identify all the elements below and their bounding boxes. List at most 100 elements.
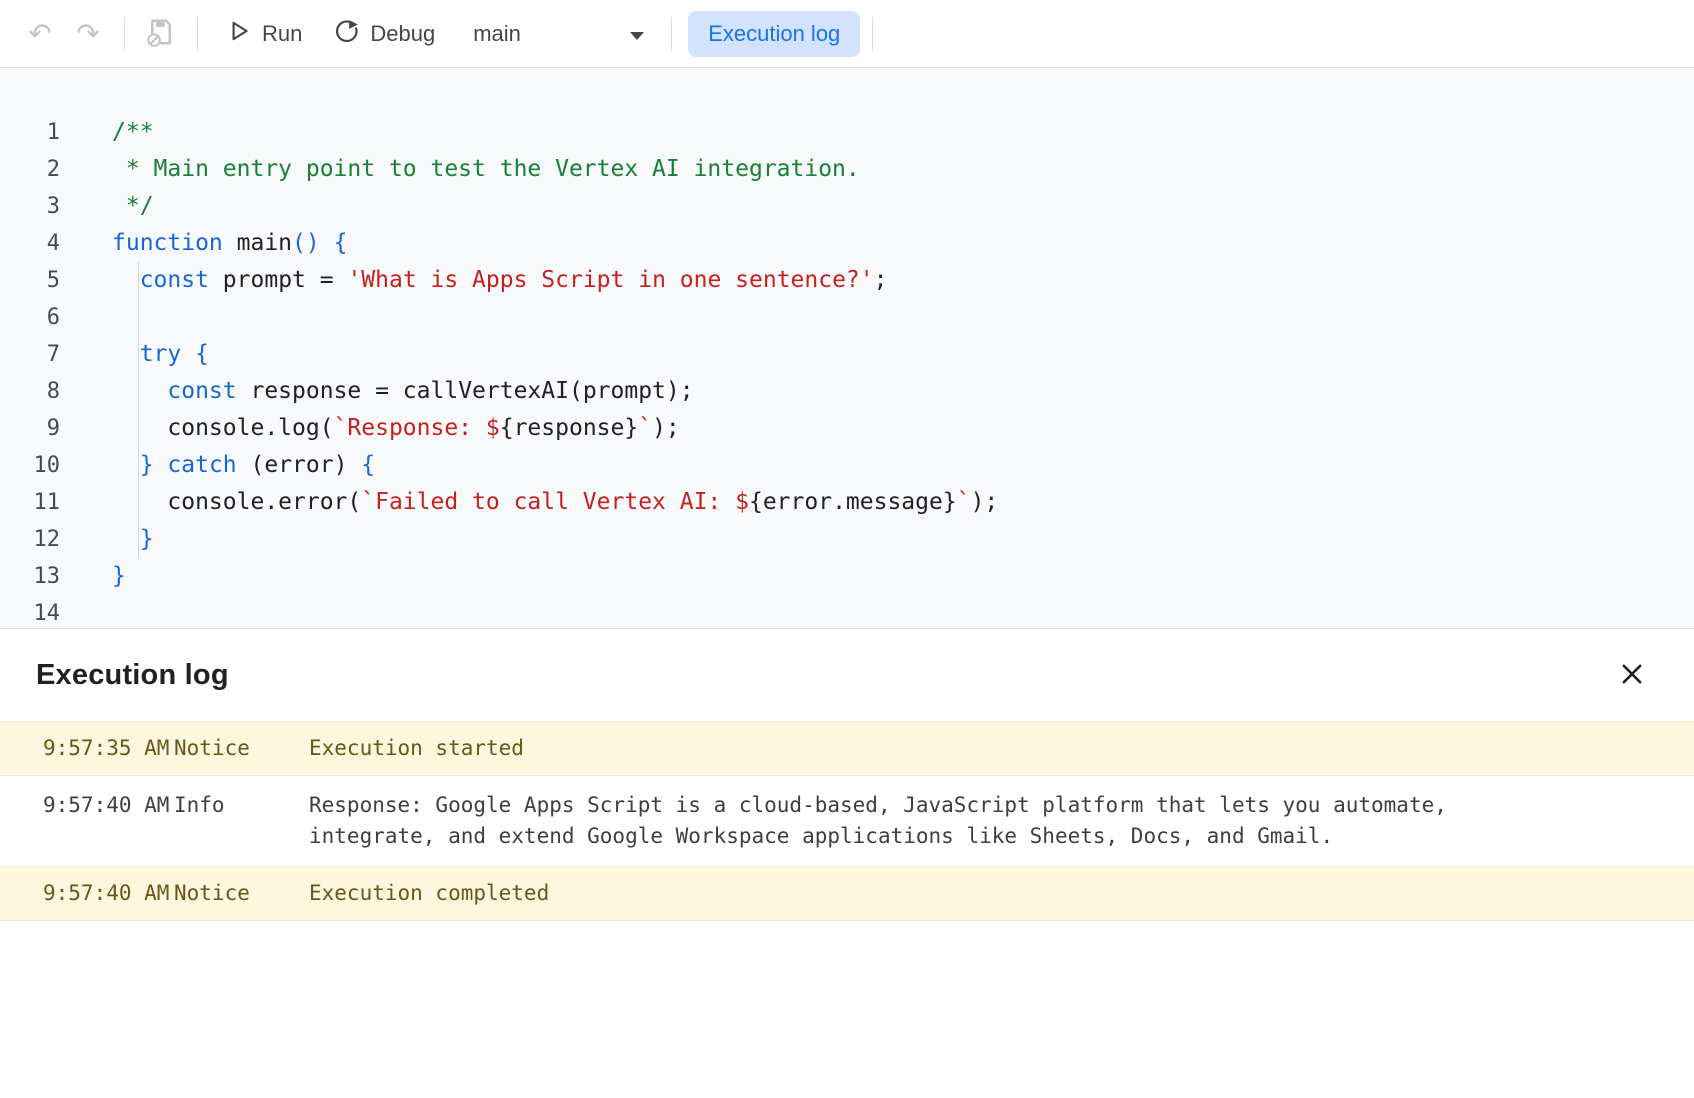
- code-line[interactable]: /**: [112, 114, 1694, 151]
- chevron-down-icon: [629, 21, 645, 47]
- line-number: 1: [0, 114, 84, 151]
- toolbar-divider: [671, 17, 672, 51]
- log-row: 9:57:35 AMNoticeExecution started: [0, 721, 1694, 776]
- code-token: `Response: $: [334, 415, 500, 441]
- code-token: );: [971, 489, 999, 515]
- execution-log-button[interactable]: Execution log: [688, 11, 860, 57]
- code-token: catch: [167, 452, 236, 478]
- line-number: 6: [0, 299, 84, 336]
- code-line[interactable]: const response = callVertexAI(prompt);: [112, 373, 1694, 410]
- code-token: response = callVertexAI(prompt);: [237, 378, 694, 404]
- apps-script-editor: ↶ ↷ Run: [0, 0, 1694, 1098]
- code-token: ;: [874, 267, 888, 293]
- code-line[interactable]: const prompt = 'What is Apps Script in o…: [112, 262, 1694, 299]
- code-token: prompt =: [209, 267, 347, 293]
- code-token: [112, 341, 140, 367]
- undo-button[interactable]: ↶: [16, 10, 64, 58]
- run-button[interactable]: Run: [210, 10, 318, 58]
- code-token: }: [140, 452, 154, 478]
- code-token: `Failed to call Vertex AI: $: [361, 489, 749, 515]
- code-line[interactable]: */: [112, 188, 1694, 225]
- close-button[interactable]: [1610, 653, 1654, 697]
- line-number: 4: [0, 225, 84, 262]
- log-message: Response: Google Apps Script is a cloud-…: [309, 790, 1694, 852]
- gutter: 1234567891011121314: [0, 68, 84, 628]
- code-token: {: [334, 230, 348, 256]
- line-number: 12: [0, 521, 84, 558]
- execution-log-title: Execution log: [36, 659, 229, 692]
- code-token: );: [652, 415, 680, 441]
- debug-icon: [334, 18, 360, 50]
- toolbar: ↶ ↷ Run: [0, 0, 1694, 68]
- code-line[interactable]: }: [112, 521, 1694, 558]
- code-token: [154, 452, 168, 478]
- save-project-button[interactable]: [137, 10, 185, 58]
- log-level: Info: [174, 790, 309, 821]
- code-line[interactable]: console.log(`Response: ${response}`);: [112, 410, 1694, 447]
- code-token: }: [140, 526, 154, 552]
- code-line[interactable]: function main() {: [112, 225, 1694, 262]
- code-token: /**: [112, 119, 154, 145]
- line-number: 11: [0, 484, 84, 521]
- log-row: 9:57:40 AMInfoResponse: Google Apps Scri…: [0, 776, 1694, 866]
- line-number: 3: [0, 188, 84, 225]
- code-token: */: [112, 193, 154, 219]
- code-token: console.log(: [112, 415, 334, 441]
- code-token: [112, 526, 140, 552]
- code-token: function: [112, 230, 223, 256]
- line-number: 2: [0, 151, 84, 188]
- code-line[interactable]: } catch (error) {: [112, 447, 1694, 484]
- code-line[interactable]: }: [112, 558, 1694, 595]
- log-message: Execution started: [309, 733, 1694, 764]
- code-token: const: [140, 267, 209, 293]
- save-icon: [146, 17, 176, 50]
- debug-button[interactable]: Debug: [318, 10, 451, 58]
- code-token: }: [112, 563, 126, 589]
- code-lines[interactable]: /** * Main entry point to test the Verte…: [84, 68, 1694, 628]
- log-entries: 9:57:35 AMNoticeExecution started9:57:40…: [0, 721, 1694, 921]
- code-token: (error): [237, 452, 362, 478]
- toolbar-divider: [872, 17, 873, 51]
- function-selector[interactable]: main: [459, 13, 659, 55]
- line-number: 14: [0, 595, 84, 628]
- code-token: `: [638, 415, 652, 441]
- line-number: 9: [0, 410, 84, 447]
- code-token: {: [195, 341, 209, 367]
- code-line[interactable]: [112, 595, 1694, 628]
- log-message: Execution completed: [309, 878, 1694, 909]
- code-token: const: [167, 378, 236, 404]
- code-token: [112, 267, 140, 293]
- redo-button[interactable]: ↷: [64, 10, 112, 58]
- close-icon: [1618, 660, 1646, 691]
- code-token: main: [223, 230, 292, 256]
- code-line[interactable]: try {: [112, 336, 1694, 373]
- code-token: [320, 230, 334, 256]
- code-token: try: [140, 341, 182, 367]
- log-level: Notice: [174, 733, 309, 764]
- code-token: [112, 452, 140, 478]
- execution-log-panel: Execution log 9:57:35 AMNoticeExecution …: [0, 628, 1694, 921]
- line-number: 7: [0, 336, 84, 373]
- execution-log-header: Execution log: [0, 628, 1694, 721]
- code-line[interactable]: * Main entry point to test the Vertex AI…: [112, 151, 1694, 188]
- log-timestamp: 9:57:40 AM: [0, 790, 174, 821]
- line-number: 8: [0, 373, 84, 410]
- code-token: (): [292, 230, 320, 256]
- line-number: 13: [0, 558, 84, 595]
- toolbar-divider: [124, 17, 125, 51]
- code-line[interactable]: console.error(`Failed to call Vertex AI:…: [112, 484, 1694, 521]
- code-editor[interactable]: 1234567891011121314 /** * Main entry poi…: [0, 68, 1694, 628]
- code-token: {response}: [500, 415, 638, 441]
- code-token: 'What is Apps Script in one sentence?': [347, 267, 873, 293]
- log-row: 9:57:40 AMNoticeExecution completed: [0, 866, 1694, 921]
- log-timestamp: 9:57:40 AM: [0, 878, 174, 909]
- run-icon: [226, 18, 252, 50]
- code-token: [112, 378, 167, 404]
- line-number: 5: [0, 262, 84, 299]
- debug-label: Debug: [370, 21, 435, 47]
- code-line[interactable]: [112, 299, 1694, 336]
- undo-icon: ↶: [28, 20, 51, 48]
- redo-icon: ↷: [76, 20, 99, 48]
- code-token: * Main entry point to test the Vertex AI…: [112, 156, 860, 182]
- function-selector-value: main: [473, 21, 521, 47]
